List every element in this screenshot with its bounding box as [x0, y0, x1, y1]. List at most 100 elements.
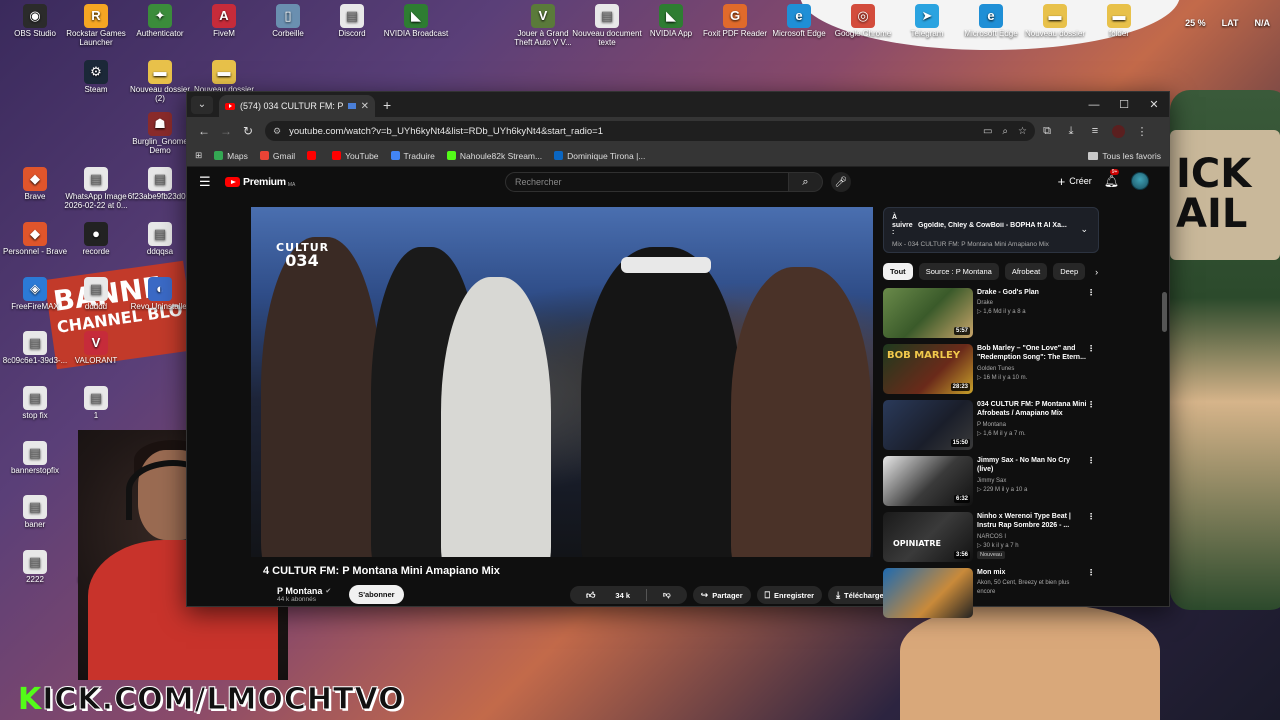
bookmark-item[interactable]: Dominique Tirona |... — [554, 151, 645, 161]
recommendation-item[interactable]: OPINIATRE 3:56 Ninho x Werenoi Type Beat |… — [883, 512, 1099, 562]
new-tab-button[interactable]: + — [383, 97, 391, 113]
desktop-icon[interactable]: ➤ Telegram — [892, 4, 962, 39]
upnext-panel[interactable]: À suivre : Ggoldie, Chley & CowBoii - BO… — [883, 207, 1099, 253]
desktop-icon[interactable]: ◐ Revo Uninstaller — [125, 277, 195, 312]
save-button[interactable]: ⎕ Enregistrer — [756, 586, 823, 604]
desktop-icon[interactable]: ◣ NVIDIA App — [636, 4, 706, 39]
site-info-icon[interactable]: ⚙ — [273, 126, 281, 137]
account-avatar[interactable] — [1131, 172, 1149, 190]
menu-kebab-icon[interactable]: ⋮ — [1130, 125, 1154, 138]
desktop-icon[interactable]: ▯ Corbeille — [253, 4, 323, 39]
search-input[interactable] — [505, 172, 789, 192]
desktop-icon[interactable]: ◆ Brave — [0, 167, 70, 202]
more-vertical-icon[interactable]: ⋮ — [1087, 344, 1095, 353]
desktop-icon[interactable]: ▬ Nouveau dossier (2) — [125, 60, 195, 104]
desktop-icon[interactable]: ▤ Nouveau document texte — [572, 4, 642, 48]
back-button[interactable]: ← — [193, 124, 215, 138]
recommendation-item[interactable]: 6:32 Jimmy Sax - No Man No Cry (live) Jimm… — [883, 456, 1099, 506]
voice-search-button[interactable]: 🎤︎ — [831, 172, 851, 192]
desktop-icon[interactable]: R Rockstar Games Launcher — [61, 4, 131, 48]
desktop-icon[interactable]: V Jouer à Grand Theft Auto V V... — [508, 4, 578, 48]
youtube-logo[interactable]: Premium MA — [225, 176, 295, 188]
desktop-icon[interactable]: ▤ stop fix — [0, 386, 70, 421]
desktop-icon[interactable]: ◈ FreeFireMAX — [0, 277, 70, 312]
profile-avatar[interactable] — [1112, 124, 1125, 138]
forward-button[interactable]: → — [215, 124, 237, 138]
desktop-icon[interactable]: ▤ WhatsApp Image 2026-02-22 at 0... — [61, 167, 131, 211]
desktop-icon[interactable]: ▬ folder — [1084, 4, 1154, 39]
bookmark-star-icon[interactable]: ☆ — [1018, 126, 1027, 137]
desktop-icon[interactable]: ◆ Personnel - Brave — [0, 222, 70, 257]
minimize-button[interactable]: — — [1079, 92, 1109, 117]
battery-indicator[interactable]: 25 % — [1185, 18, 1206, 28]
video-thumbnail[interactable]: 15:50 — [883, 400, 973, 450]
like-button[interactable]: 👍︎ 34 k — [570, 586, 646, 604]
desktop-icon[interactable]: ☗ Burglin_Gnome Demo — [125, 112, 195, 156]
downloads-icon[interactable]: ⤓ — [1059, 125, 1083, 138]
language-indicator[interactable]: LAT — [1222, 18, 1239, 28]
reload-button[interactable]: ↻ — [237, 124, 259, 138]
tab-search-button[interactable]: ⌄ — [191, 95, 213, 114]
chevron-down-icon[interactable]: ⌄ — [1080, 224, 1088, 235]
desktop-icon[interactable]: ⚙ Steam — [61, 60, 131, 95]
desktop-icon[interactable]: e Microsoft Edge — [764, 4, 834, 39]
all-bookmarks[interactable]: Tous les favoris — [1088, 151, 1161, 161]
recommendation-item[interactable]: Mon mix Akon, 50 Cent, Breezy et bien plu… — [883, 568, 1099, 618]
channel-info[interactable]: P Montana ✔ 44 k abonnés — [277, 586, 331, 603]
filter-chip[interactable]: Tout — [883, 263, 913, 280]
recommendation-title[interactable]: Bob Marley – "One Love" and "Redemption … — [977, 344, 1087, 363]
url-text[interactable]: youtube.com/watch?v=b_UYh6kyNt4&list=RDb… — [289, 126, 973, 137]
close-icon[interactable]: ✕ — [361, 101, 369, 112]
desktop-icon[interactable]: ◉ OBS Studio — [0, 4, 70, 39]
more-vertical-icon[interactable]: ⋮ — [1087, 288, 1095, 297]
video-thumbnail[interactable]: OPINIATRE 3:56 — [883, 512, 973, 562]
desktop-icon[interactable]: ▤ bannerstopfix — [0, 441, 70, 476]
video-thumbnail[interactable]: 5:57 — [883, 288, 973, 338]
desktop-icon[interactable]: ✦ Authenticator — [125, 4, 195, 39]
desktop-icon[interactable]: e Microsoft Edge — [956, 4, 1026, 39]
recommendation-title[interactable]: Ninho x Werenoi Type Beat | Instru Rap S… — [977, 512, 1087, 531]
filter-chip[interactable]: Source : P Montana — [918, 263, 999, 280]
scrollbar-thumb[interactable] — [1162, 292, 1167, 332]
create-button[interactable]: + Créer — [1058, 174, 1092, 189]
share-button[interactable]: ↪ Partager — [692, 586, 751, 604]
bookmark-item[interactable]: Gmail — [259, 151, 295, 161]
chevron-right-icon[interactable]: › — [1095, 267, 1098, 277]
recommendation-title[interactable]: Jimmy Sax - No Man No Cry (live) — [977, 456, 1087, 475]
recommendation-title[interactable]: 034 CULTUR FM: P Montana Mini Afrobeats … — [977, 400, 1087, 419]
more-vertical-icon[interactable]: ⋮ — [1087, 512, 1095, 521]
bookmark-item[interactable]: Maps — [214, 151, 248, 161]
bookmark-item[interactable]: Nahoule82k Stream... — [446, 151, 542, 161]
video-thumbnail[interactable]: BOB MARLEY 28:23 — [883, 344, 973, 394]
desktop-icon[interactable]: A FiveM — [189, 4, 259, 39]
cast-icon[interactable]: ▭ — [983, 126, 992, 137]
desktop-icon[interactable]: ▤ 1 — [61, 386, 131, 421]
maximize-button[interactable]: ☐ — [1109, 92, 1139, 117]
recommendation-title[interactable]: Mon mix — [977, 568, 1087, 577]
extensions-icon[interactable]: ⧉ — [1035, 125, 1059, 138]
desktop-icon[interactable]: ▤ 6f23abe9fb23d0... — [125, 167, 195, 202]
subscribe-button[interactable]: S'abonner — [349, 585, 404, 604]
desktop-icon[interactable]: ▤ ddqqsa — [125, 222, 195, 257]
filter-chip[interactable]: Afrobeat — [1004, 263, 1048, 280]
filter-chip[interactable]: Deep — [1053, 263, 1086, 280]
notifications-button[interactable]: 🔔︎ 9+ — [1104, 169, 1120, 188]
desktop-icon[interactable]: ▤ 2222 — [0, 550, 70, 585]
desktop-icon[interactable]: ◣ NVIDIA Broadcast — [381, 4, 451, 39]
page-scrollbar[interactable] — [1162, 288, 1167, 602]
recommendation-item[interactable]: BOB MARLEY 28:23 Bob Marley – "One Love" a… — [883, 344, 1099, 394]
media-control-icon[interactable]: ≡ — [1083, 125, 1107, 137]
desktop-icon[interactable]: ▤ 8c09c6e1-39d3-... — [0, 331, 70, 366]
channel-name[interactable]: P Montana — [277, 586, 322, 596]
dislike-button[interactable]: 👎︎ — [647, 586, 687, 604]
window-close-button[interactable]: ✕ — [1139, 92, 1169, 117]
bookmark-item[interactable]: YouTube — [332, 151, 379, 161]
audio-playing-icon[interactable] — [347, 103, 356, 109]
zoom-icon[interactable]: ⌕ — [1002, 126, 1008, 137]
desktop-icon[interactable]: ◎ Google Chrome — [828, 4, 898, 39]
more-vertical-icon[interactable]: ⋮ — [1087, 456, 1095, 465]
desktop-icon[interactable]: G Foxit PDF Reader — [700, 4, 770, 39]
recommendation-title[interactable]: Drake - God's Plan — [977, 288, 1087, 297]
desktop-icon[interactable]: ▬ Nouveau dossier — [189, 60, 259, 95]
recommendation-item[interactable]: 5:57 Drake - God's Plan Drake ▷ 1,6 Md il y… — [883, 288, 1099, 338]
